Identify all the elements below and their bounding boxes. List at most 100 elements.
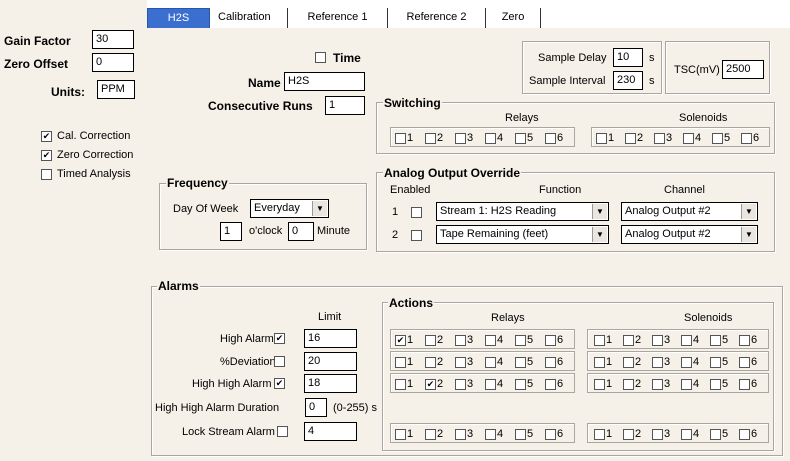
switch-relay-4-checkbox[interactable] xyxy=(485,132,496,144)
chevron-down-icon[interactable]: ▼ xyxy=(592,204,607,219)
chevron-down-icon[interactable]: ▼ xyxy=(741,204,756,219)
high-high-solenoid-4-checkbox[interactable] xyxy=(681,378,692,390)
switch-solenoid-6-checkbox[interactable] xyxy=(741,132,752,144)
high-alarm-relay-5-checkbox[interactable] xyxy=(515,334,526,346)
high-alarm-solenoid-5-checkbox[interactable] xyxy=(710,334,721,346)
zero-correction-checkbox[interactable] xyxy=(41,150,52,161)
high-high-relay-2-checkbox[interactable] xyxy=(425,378,436,390)
deviation-relay-6-checkbox[interactable] xyxy=(545,356,556,368)
deviation-solenoid-4-checkbox[interactable] xyxy=(681,356,692,368)
switch-relay-1-checkbox[interactable] xyxy=(395,132,406,144)
sample-interval-input[interactable]: 230 xyxy=(613,71,643,90)
hour-input[interactable]: 1 xyxy=(220,222,242,241)
tab-reference-1[interactable]: Reference 1 xyxy=(288,8,388,29)
high-high-solenoid-5-checkbox[interactable] xyxy=(710,378,721,390)
lock-stream-relay-1-checkbox[interactable] xyxy=(395,428,406,440)
high-alarm-solenoid-3-checkbox[interactable] xyxy=(652,334,663,346)
high-high-relay-1-checkbox[interactable] xyxy=(395,378,406,390)
name-input[interactable]: H2S xyxy=(284,72,365,91)
analog-row-1-channel-select[interactable]: Analog Output #2 ▼ xyxy=(621,202,758,221)
high-alarm-relay-4-checkbox[interactable] xyxy=(485,334,496,346)
lock-stream-alarm-input[interactable]: 4 xyxy=(304,422,357,441)
tsc-input[interactable]: 2500 xyxy=(722,60,764,79)
lock-stream-solenoid-6-checkbox[interactable] xyxy=(739,428,750,440)
lock-stream-solenoid-3-checkbox[interactable] xyxy=(652,428,663,440)
analog-row-1-enabled-checkbox[interactable] xyxy=(411,207,422,218)
deviation-solenoid-6-checkbox[interactable] xyxy=(739,356,750,368)
switch-relay-3-checkbox[interactable] xyxy=(455,132,466,144)
high-high-relay-4-checkbox[interactable] xyxy=(485,378,496,390)
high-alarm-relay-3-checkbox[interactable] xyxy=(455,334,466,346)
lock-stream-alarm-checkbox[interactable] xyxy=(277,426,288,437)
deviation-relay-5-checkbox[interactable] xyxy=(515,356,526,368)
high-high-solenoid-3-checkbox[interactable] xyxy=(652,378,663,390)
switch-relay-5-checkbox[interactable] xyxy=(515,132,526,144)
high-alarm-solenoid-6-checkbox[interactable] xyxy=(739,334,750,346)
tab-calibration[interactable]: Calibration xyxy=(210,8,288,29)
lock-stream-relay-4-checkbox[interactable] xyxy=(485,428,496,440)
lock-stream-relay-6-checkbox[interactable] xyxy=(545,428,556,440)
switch-solenoid-2-checkbox[interactable] xyxy=(625,132,636,144)
high-alarm-solenoid-1-checkbox[interactable] xyxy=(594,334,605,346)
high-alarm-checkbox[interactable] xyxy=(274,333,285,344)
deviation-relay-1-checkbox[interactable] xyxy=(395,356,406,368)
time-checkbox[interactable] xyxy=(315,52,326,63)
analog-row-1-function-select[interactable]: Stream 1: H2S Reading ▼ xyxy=(436,202,609,221)
units-input[interactable]: PPM xyxy=(97,80,135,99)
minute-input[interactable]: 0 xyxy=(288,222,314,241)
lock-stream-relay-5-checkbox[interactable] xyxy=(515,428,526,440)
deviation-solenoid-3-checkbox[interactable] xyxy=(652,356,663,368)
deviation-solenoid-1-checkbox[interactable] xyxy=(594,356,605,368)
day-of-week-select[interactable]: Everyday ▼ xyxy=(250,199,329,218)
lock-stream-solenoid-5-checkbox[interactable] xyxy=(710,428,721,440)
tab-reference-2[interactable]: Reference 2 xyxy=(388,8,486,29)
lock-stream-solenoid-1-checkbox[interactable] xyxy=(594,428,605,440)
high-high-alarm-input[interactable]: 18 xyxy=(304,374,357,393)
sample-delay-input[interactable]: 10 xyxy=(613,48,643,67)
high-high-solenoid-2-checkbox[interactable] xyxy=(623,378,634,390)
high-alarm-relay-1-checkbox[interactable] xyxy=(395,334,406,346)
deviation-relay-4-checkbox[interactable] xyxy=(485,356,496,368)
deviation-relay-3-checkbox[interactable] xyxy=(455,356,466,368)
deviation-solenoid-5-checkbox[interactable] xyxy=(710,356,721,368)
high-alarm-relay-2-checkbox[interactable] xyxy=(425,334,436,346)
deviation-checkbox[interactable] xyxy=(274,356,285,367)
analog-row-2-function-select[interactable]: Tape Remaining (feet) ▼ xyxy=(436,225,609,244)
gain-factor-input[interactable]: 30 xyxy=(92,30,134,49)
high-alarm-relay-6-checkbox[interactable] xyxy=(545,334,556,346)
high-high-alarm-checkbox[interactable] xyxy=(274,378,285,389)
switch-relay-6-checkbox[interactable] xyxy=(545,132,556,144)
high-alarm-input[interactable]: 16 xyxy=(304,329,357,348)
switch-relay-2-checkbox[interactable] xyxy=(425,132,436,144)
chevron-down-icon[interactable]: ▼ xyxy=(592,227,607,242)
deviation-relay-2-checkbox[interactable] xyxy=(425,356,436,368)
deviation-input[interactable]: 20 xyxy=(304,352,357,371)
high-high-solenoid-6-checkbox[interactable] xyxy=(739,378,750,390)
switch-solenoid-1-checkbox[interactable] xyxy=(596,132,607,144)
switch-solenoid-3-checkbox[interactable] xyxy=(654,132,665,144)
hh-duration-input[interactable]: 0 xyxy=(305,398,327,417)
lock-stream-relay-2-checkbox[interactable] xyxy=(425,428,436,440)
high-high-relay-6-checkbox[interactable] xyxy=(545,378,556,390)
lock-stream-solenoid-4-checkbox[interactable] xyxy=(681,428,692,440)
consecutive-runs-input[interactable]: 1 xyxy=(325,96,365,115)
timed-analysis-checkbox[interactable] xyxy=(41,169,52,180)
analog-row-2-enabled-checkbox[interactable] xyxy=(411,230,422,241)
switch-solenoid-4-checkbox[interactable] xyxy=(683,132,694,144)
high-high-relay-3-checkbox[interactable] xyxy=(455,378,466,390)
analog-row-2-channel-select[interactable]: Analog Output #2 ▼ xyxy=(621,225,758,244)
high-alarm-solenoid-4-checkbox[interactable] xyxy=(681,334,692,346)
tab-zero[interactable]: Zero xyxy=(486,8,541,29)
chevron-down-icon[interactable]: ▼ xyxy=(741,227,756,242)
tab-h2s[interactable]: H2S xyxy=(147,8,210,29)
lock-stream-solenoid-2-checkbox[interactable] xyxy=(623,428,634,440)
lock-stream-relay-3-checkbox[interactable] xyxy=(455,428,466,440)
high-high-solenoid-1-checkbox[interactable] xyxy=(594,378,605,390)
zero-offset-input[interactable]: 0 xyxy=(92,53,134,72)
switch-solenoid-5-checkbox[interactable] xyxy=(712,132,723,144)
cal-correction-checkbox[interactable] xyxy=(41,131,52,142)
high-high-relay-5-checkbox[interactable] xyxy=(515,378,526,390)
chevron-down-icon[interactable]: ▼ xyxy=(312,201,327,216)
deviation-solenoid-2-checkbox[interactable] xyxy=(623,356,634,368)
high-alarm-solenoid-2-checkbox[interactable] xyxy=(623,334,634,346)
